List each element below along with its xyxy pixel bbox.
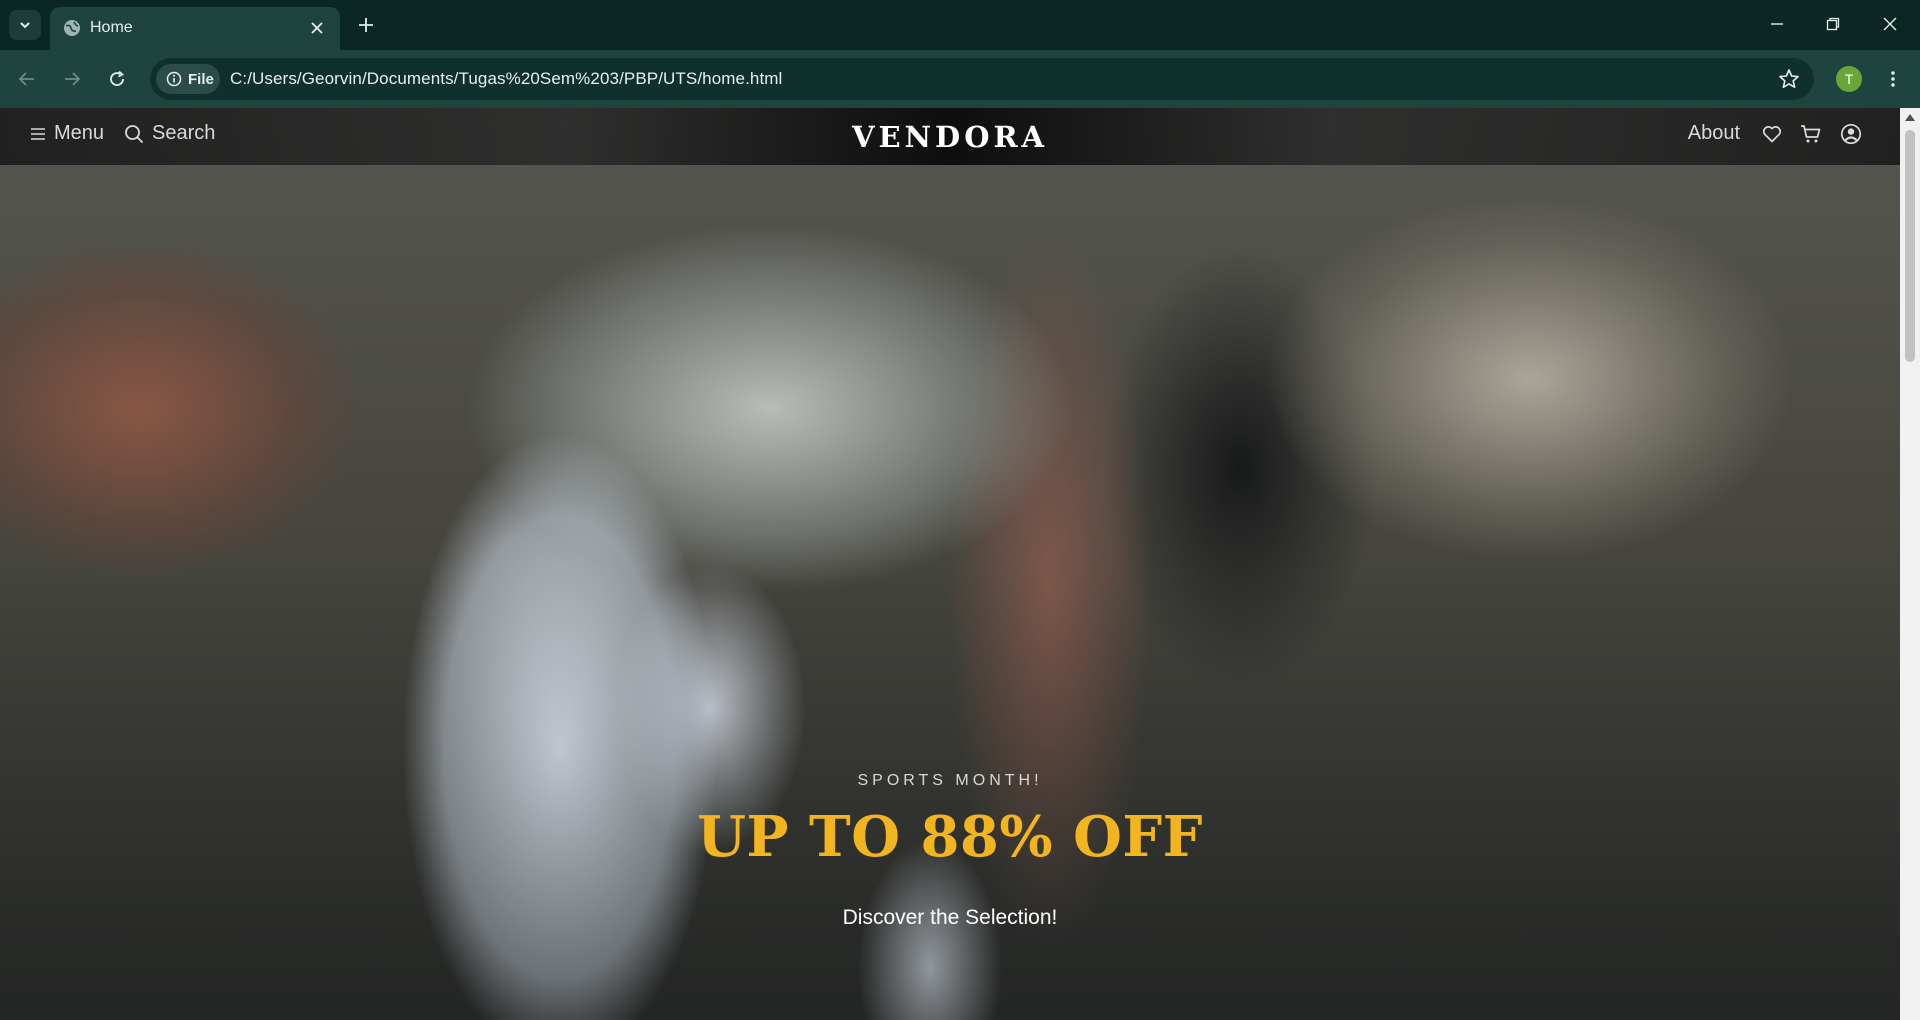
new-tab-button[interactable] (352, 11, 380, 39)
globe-icon (64, 20, 80, 36)
site-info-chip[interactable]: File (156, 64, 220, 94)
about-link[interactable]: About (1688, 122, 1740, 145)
nav-right: About (1688, 122, 1862, 145)
discover-selection-link[interactable]: Discover the Selection! (843, 906, 1058, 930)
scrollbar-thumb[interactable] (1905, 130, 1915, 362)
plus-icon (359, 18, 373, 32)
minimize-icon (1771, 23, 1783, 25)
star-icon[interactable] (1778, 68, 1800, 90)
close-icon (311, 22, 323, 34)
close-icon (1883, 17, 1897, 31)
forward-icon (65, 72, 81, 86)
site-info-label: File (188, 70, 214, 88)
restore-icon (1826, 17, 1840, 31)
tab-search-button[interactable] (9, 10, 41, 40)
reload-icon (110, 70, 125, 86)
browser-menu-button[interactable] (1880, 66, 1906, 92)
page-viewport: Menu Search VENDORA About SPORTS MONTH! … (0, 108, 1920, 1020)
user-circle-icon[interactable] (1840, 123, 1862, 145)
cart-icon[interactable] (1800, 124, 1822, 144)
tab-close-button[interactable] (306, 17, 328, 39)
address-bar[interactable]: File C:/Users/Georvin/Documents/Tugas%20… (150, 58, 1814, 100)
promo-headline: UP TO 88% OFF (697, 804, 1203, 870)
minimize-button[interactable] (1755, 8, 1799, 40)
browser-tabbar: Home (0, 0, 1920, 50)
restore-button[interactable] (1811, 8, 1855, 40)
window-close-button[interactable] (1868, 8, 1912, 40)
site-header: Menu Search VENDORA About (0, 108, 1900, 165)
back-icon (18, 72, 34, 86)
browser-toolbar: File C:/Users/Georvin/Documents/Tugas%20… (0, 50, 1920, 108)
page-scrollbar[interactable] (1900, 108, 1920, 1020)
back-button[interactable] (11, 63, 43, 95)
promo-kicker: SPORTS MONTH! (857, 772, 1043, 789)
tab-title: Home (90, 19, 133, 36)
forward-button[interactable] (56, 63, 88, 95)
reload-button[interactable] (101, 63, 133, 95)
info-icon (166, 71, 182, 87)
hero-promo: SPORTS MONTH! UP TO 88% OFF Discover the… (0, 772, 1900, 930)
heart-icon[interactable] (1762, 125, 1782, 143)
browser-tab[interactable]: Home (50, 7, 340, 50)
site-logo[interactable]: VENDORA (0, 120, 1900, 154)
scroll-up-arrow-icon[interactable] (1904, 112, 1916, 122)
chevron-down-icon (20, 22, 30, 29)
kebab-icon (1891, 71, 1895, 87)
url-text[interactable]: C:/Users/Georvin/Documents/Tugas%20Sem%2… (230, 69, 782, 89)
profile-avatar[interactable]: T (1836, 66, 1862, 92)
